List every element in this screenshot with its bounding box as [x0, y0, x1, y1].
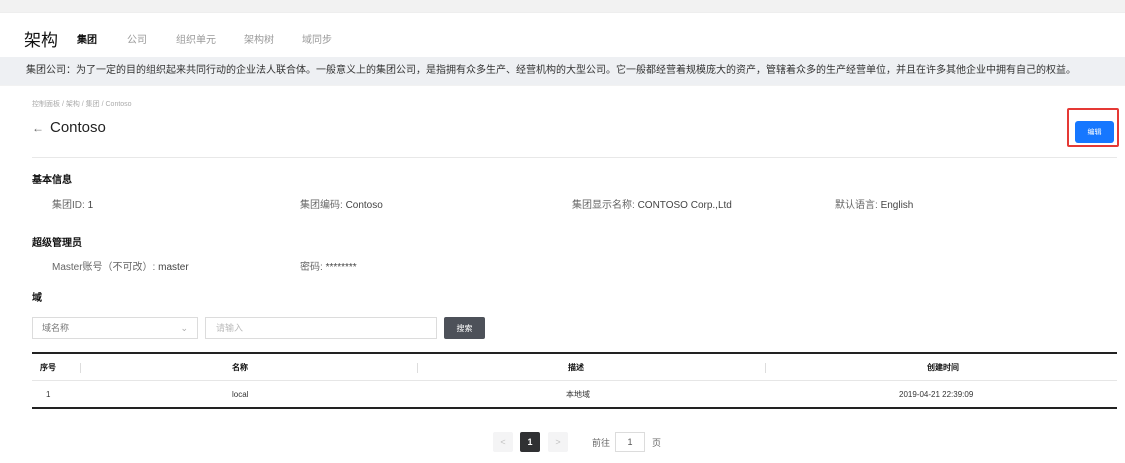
brand-title: 架构	[24, 31, 58, 50]
group-id-value: 1	[87, 200, 94, 211]
col-description: 描述	[568, 362, 584, 372]
page-1-button[interactable]: 1	[520, 432, 540, 452]
detail-card: 控制面板 / 架构 / 集团 / Contoso ← Contoso 基本信息 …	[0, 86, 1125, 463]
domain-field-select[interactable]: 域名称 ⌄	[32, 317, 198, 339]
domain-select-value: 域名称	[42, 323, 70, 333]
arrow-left-icon[interactable]: ←	[32, 121, 44, 135]
group-id-label: 集团ID:	[52, 200, 85, 211]
row-description: 本地域	[566, 389, 590, 399]
next-page-button[interactable]: >	[548, 432, 568, 452]
col-name: 名称	[232, 362, 248, 372]
chevron-down-icon: ⌄	[180, 323, 188, 333]
breadcrumb[interactable]: 控制面板 / 架构 / 集团 / Contoso	[32, 99, 132, 109]
column-divider	[80, 363, 81, 373]
column-divider	[765, 363, 766, 373]
page-unit-label: 页	[652, 438, 662, 448]
master-account-value: master	[158, 262, 189, 273]
row-created-time: 2019-04-21 22:39:09	[899, 389, 974, 399]
col-created-time: 创建时间	[927, 362, 959, 372]
domain-heading: 域	[32, 293, 42, 304]
col-index: 序号	[40, 362, 56, 372]
group-description-banner: 集团公司：为了一定的目的组织起来共同行动的企业法人联合体。一般意义上的集团公司，…	[0, 57, 1125, 85]
tab-group[interactable]: 集团	[77, 31, 97, 46]
group-display-name-field: 集团显示名称: CONTOSO Corp.,Ltd	[572, 196, 732, 211]
search-button[interactable]: 搜索	[444, 317, 485, 339]
tab-company[interactable]: 公司	[127, 31, 147, 46]
divider	[32, 157, 1117, 158]
group-id-field: 集团ID: 1	[52, 196, 93, 211]
super-admin-heading: 超级管理员	[32, 238, 82, 249]
row-index: 1	[46, 389, 51, 399]
password-field: 密码: ********	[300, 258, 357, 273]
page: 架构 集团 公司 组织单元 架构树 域同步 集团公司：为了一定的目的组织起来共同…	[0, 0, 1125, 463]
tab-org-unit[interactable]: 组织单元	[176, 31, 216, 46]
default-language-value: English	[880, 200, 914, 211]
row-name: local	[232, 389, 249, 399]
tab-domain-sync[interactable]: 域同步	[302, 31, 332, 46]
group-code-label: 集团编码:	[300, 200, 343, 211]
master-account-field: Master账号（不可改）: master	[52, 258, 189, 273]
default-language-field: 默认语言: English	[835, 196, 913, 211]
prev-page-button[interactable]: <	[493, 432, 513, 452]
password-label: 密码:	[300, 262, 323, 273]
table-row[interactable]: 1 local 本地域 2019-04-21 22:39:09	[32, 381, 1117, 409]
group-display-name-label: 集团显示名称:	[572, 200, 635, 211]
tab-org-tree[interactable]: 架构树	[244, 31, 274, 46]
column-divider	[417, 363, 418, 373]
back-header[interactable]: ← Contoso	[32, 119, 106, 136]
default-language-label: 默认语言:	[835, 200, 878, 211]
group-display-name-value: CONTOSO Corp.,Ltd	[637, 200, 732, 211]
edit-highlight-frame	[1067, 108, 1119, 147]
group-code-field: 集团编码: Contoso	[300, 196, 383, 211]
password-value: ********	[325, 262, 357, 273]
group-code-value: Contoso	[345, 200, 383, 211]
table-header: 序号 名称 描述 创建时间	[32, 352, 1117, 381]
master-account-label: Master账号（不可改）:	[52, 262, 156, 273]
page-title: Contoso	[50, 119, 106, 136]
top-nav: 架构 集团 公司 组织单元 架构树 域同步	[0, 12, 1125, 57]
basic-info-heading: 基本信息	[32, 175, 72, 186]
goto-page-input[interactable]	[615, 432, 645, 452]
goto-label: 前往	[592, 438, 611, 448]
domain-search-input[interactable]	[205, 317, 437, 339]
